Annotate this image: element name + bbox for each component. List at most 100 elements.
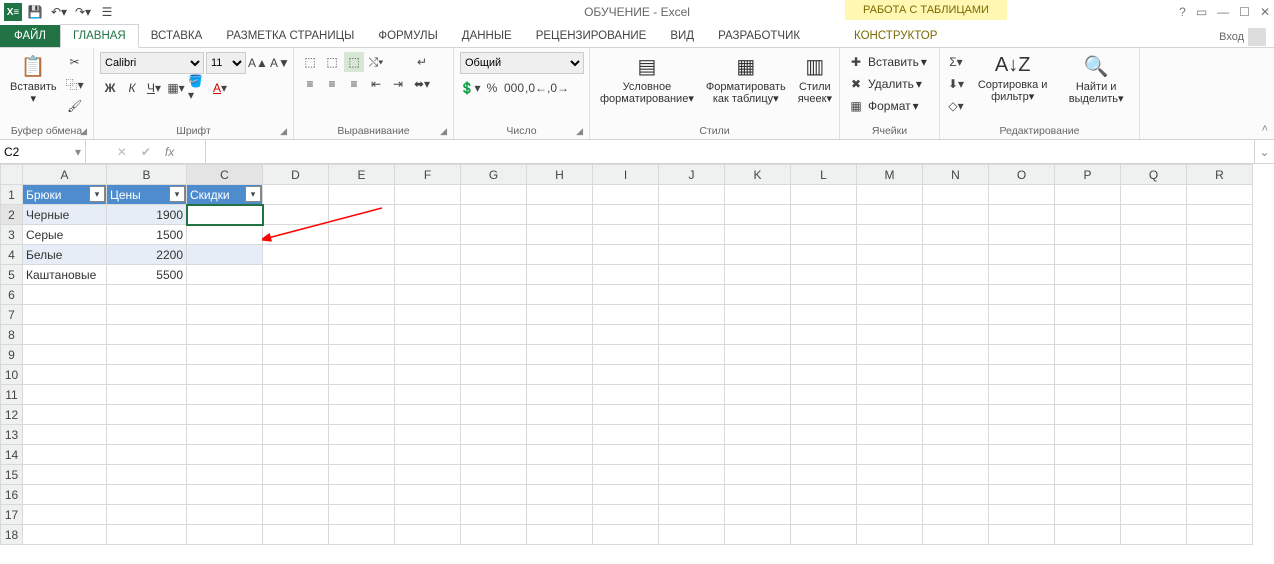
wrap-text-button[interactable]: ↵	[412, 52, 432, 72]
fill-color-button[interactable]: 🪣▾	[188, 78, 208, 98]
cell[interactable]: Белые	[23, 245, 107, 265]
tab-page-layout[interactable]: РАЗМЕТКА СТРАНИЦЫ	[214, 25, 366, 47]
col-header[interactable]: I	[593, 165, 659, 185]
fx-icon[interactable]: fx	[165, 145, 174, 159]
filter-dropdown-button[interactable]: ▾	[245, 186, 261, 202]
format-as-table-button[interactable]: ▦ Форматировать как таблицу▾	[702, 52, 790, 107]
display-options-icon[interactable]: ▭	[1196, 5, 1207, 19]
font-name-combo[interactable]: Calibri	[100, 52, 204, 74]
row-header[interactable]: 16	[1, 485, 23, 505]
cell[interactable]: 2200	[107, 245, 187, 265]
table-header-cell[interactable]: Брюки▾	[23, 185, 107, 205]
increase-indent-button[interactable]: ⇥	[388, 74, 408, 94]
cell[interactable]: 1500	[107, 225, 187, 245]
qat-undo-button[interactable]: ↶▾	[48, 1, 70, 23]
col-header[interactable]: G	[461, 165, 527, 185]
qat-redo-button[interactable]: ↷▾	[72, 1, 94, 23]
decrease-decimal-button[interactable]: ,0→	[548, 78, 568, 98]
row-header[interactable]: 12	[1, 405, 23, 425]
tab-data[interactable]: ДАННЫЕ	[450, 25, 524, 47]
align-center-button[interactable]: ≡	[322, 74, 342, 94]
align-left-button[interactable]: ≡	[300, 74, 320, 94]
launcher-icon[interactable]: ◢	[80, 126, 87, 137]
col-header[interactable]: J	[659, 165, 725, 185]
launcher-icon[interactable]: ◢	[576, 126, 583, 137]
accounting-format-button[interactable]: 💲▾	[460, 78, 480, 98]
filter-dropdown-button[interactable]: ▾	[89, 186, 105, 202]
paste-button[interactable]: 📋 Вставить▾	[6, 52, 61, 107]
filter-dropdown-button[interactable]: ▾	[169, 186, 185, 202]
col-header[interactable]: A	[23, 165, 107, 185]
qat-save-button[interactable]: 💾	[24, 1, 46, 23]
font-size-combo[interactable]: 11	[206, 52, 246, 74]
row-header[interactable]: 3	[1, 225, 23, 245]
close-icon[interactable]: ✕	[1260, 5, 1270, 19]
cell[interactable]: 1900	[107, 205, 187, 225]
cut-button[interactable]: ✂	[65, 52, 85, 72]
tab-view[interactable]: ВИД	[658, 25, 706, 47]
col-header[interactable]: K	[725, 165, 791, 185]
col-header[interactable]: C	[187, 165, 263, 185]
col-header[interactable]: F	[395, 165, 461, 185]
col-header[interactable]: L	[791, 165, 857, 185]
active-cell[interactable]	[187, 205, 263, 225]
row-header[interactable]: 6	[1, 285, 23, 305]
name-box[interactable]: ▾	[0, 140, 86, 163]
orientation-button[interactable]: ⤭▾	[366, 52, 386, 72]
tab-home[interactable]: ГЛАВНАЯ	[60, 24, 139, 48]
col-header[interactable]: E	[329, 165, 395, 185]
cell[interactable]: Черные	[23, 205, 107, 225]
maximize-icon[interactable]: ☐	[1239, 5, 1250, 19]
find-select-button[interactable]: 🔍 Найти и выделить▾	[1059, 52, 1133, 107]
help-icon[interactable]: ?	[1179, 5, 1186, 19]
row-header[interactable]: 15	[1, 465, 23, 485]
tab-review[interactable]: РЕЦЕНЗИРОВАНИЕ	[524, 25, 659, 47]
col-header[interactable]: P	[1055, 165, 1121, 185]
row-header[interactable]: 7	[1, 305, 23, 325]
table-header-cell[interactable]: Скидки▾	[187, 185, 263, 205]
select-all-button[interactable]	[1, 165, 23, 185]
col-header[interactable]: Q	[1121, 165, 1187, 185]
collapse-ribbon-button[interactable]: ˄	[1262, 123, 1268, 135]
row-header[interactable]: 14	[1, 445, 23, 465]
align-right-button[interactable]: ≡	[344, 74, 364, 94]
decrease-indent-button[interactable]: ⇤	[366, 74, 386, 94]
cancel-formula-icon[interactable]: ✕	[117, 145, 127, 159]
format-painter-button[interactable]: 🖌	[65, 96, 85, 116]
cell[interactable]	[187, 245, 263, 265]
name-box-input[interactable]	[4, 145, 64, 159]
merge-button[interactable]: ⬌▾	[412, 74, 432, 94]
underline-button[interactable]: Ч▾	[144, 78, 164, 98]
cell-styles-button[interactable]: ▥ Стили ячеек▾	[794, 52, 836, 107]
col-header[interactable]: O	[989, 165, 1055, 185]
row-header[interactable]: 13	[1, 425, 23, 445]
comma-format-button[interactable]: 000	[504, 78, 524, 98]
sort-filter-button[interactable]: A↓Z Сортировка и фильтр▾	[970, 52, 1055, 105]
cell[interactable]: 5500	[107, 265, 187, 285]
format-cells-button[interactable]: ▦Формат▾	[846, 96, 927, 116]
launcher-icon[interactable]: ◢	[440, 126, 447, 137]
row-header[interactable]: 17	[1, 505, 23, 525]
autosum-button[interactable]: Σ▾	[946, 52, 966, 72]
login-area[interactable]: Вход	[1219, 28, 1266, 46]
delete-cells-button[interactable]: ✖Удалить▾	[846, 74, 927, 94]
col-header[interactable]: H	[527, 165, 593, 185]
cell[interactable]	[187, 265, 263, 285]
row-header[interactable]: 9	[1, 345, 23, 365]
formula-input[interactable]	[206, 140, 1254, 163]
row-header[interactable]: 5	[1, 265, 23, 285]
row-header[interactable]: 4	[1, 245, 23, 265]
col-header[interactable]: N	[923, 165, 989, 185]
align-bottom-button[interactable]: ⬚	[344, 52, 364, 72]
minimize-icon[interactable]: —	[1217, 5, 1229, 19]
fill-button[interactable]: ⬇▾	[946, 74, 966, 94]
launcher-icon[interactable]: ◢	[280, 126, 287, 137]
insert-cells-button[interactable]: ✚Вставить▾	[846, 52, 927, 72]
border-button[interactable]: ▦▾	[166, 78, 186, 98]
conditional-formatting-button[interactable]: ▤ Условное форматирование▾	[596, 52, 698, 107]
tab-formulas[interactable]: ФОРМУЛЫ	[366, 25, 449, 47]
enter-formula-icon[interactable]: ✔	[141, 145, 151, 159]
col-header[interactable]: M	[857, 165, 923, 185]
col-header[interactable]: B	[107, 165, 187, 185]
increase-font-button[interactable]: A▲	[248, 53, 268, 73]
